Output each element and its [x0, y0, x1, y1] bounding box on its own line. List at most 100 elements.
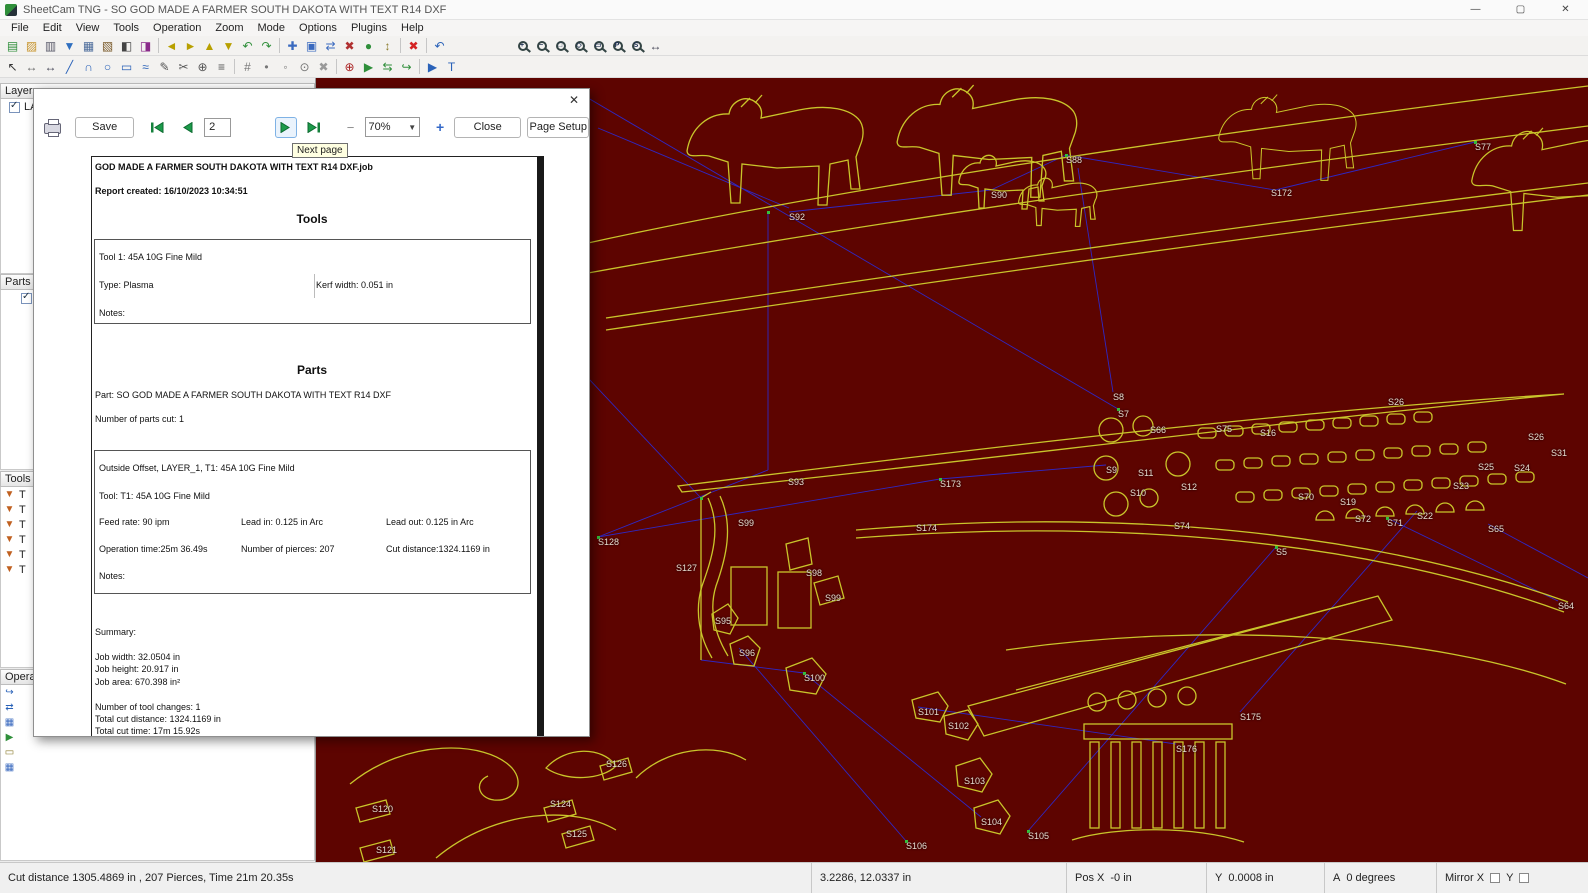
offset-icon[interactable]: ≡ — [212, 58, 231, 76]
menu-options[interactable]: Options — [292, 22, 344, 34]
part-checkbox[interactable] — [21, 293, 32, 304]
mirror-y-checkbox[interactable] — [1519, 873, 1529, 883]
minimize-button[interactable]: — — [1453, 0, 1498, 19]
draw-arc-icon[interactable]: ∩ — [79, 58, 98, 76]
draw-line-icon[interactable]: ╱ — [60, 58, 79, 76]
duplicate-part-icon[interactable]: ▣ — [302, 37, 321, 55]
measure-icon[interactable]: ↔ — [22, 58, 41, 76]
menu-operation[interactable]: Operation — [146, 22, 208, 34]
zoom-material-icon[interactable]: ▭ — [589, 37, 608, 55]
start-point-icon[interactable]: ● — [359, 37, 378, 55]
zoom-select[interactable]: 70% ▼ — [365, 117, 421, 137]
order-icon[interactable]: ↕ — [378, 37, 397, 55]
zoom-out-icon[interactable]: − — [532, 37, 551, 55]
zoom-window-icon[interactable]: □ — [551, 37, 570, 55]
print-icon[interactable]: ▥ — [41, 37, 60, 55]
import-icon[interactable]: ▼ — [60, 37, 79, 55]
snap-intersection-icon[interactable]: ✖ — [314, 58, 333, 76]
last-page-button[interactable] — [303, 117, 325, 138]
pan-icon[interactable]: ↔ — [41, 58, 60, 76]
pan-icon[interactable]: ↔ — [646, 37, 665, 55]
magnifier-icon: − — [537, 41, 547, 51]
join-icon[interactable]: ⊕ — [193, 58, 212, 76]
mirror-part-icon[interactable]: ⇄ — [321, 37, 340, 55]
job-report-icon[interactable]: ▦ — [79, 37, 98, 55]
report-job-height: Job height: 20.917 in — [95, 664, 179, 674]
menu-plugins[interactable]: Plugins — [344, 22, 394, 34]
mirror-x-checkbox[interactable] — [1490, 873, 1500, 883]
post-icon[interactable]: ◨ — [136, 37, 155, 55]
zoom-out-button[interactable]: − — [343, 120, 359, 135]
origin-icon[interactable]: ⊕ — [340, 58, 359, 76]
menu-file[interactable]: File — [4, 22, 36, 34]
save-button[interactable]: Save — [75, 117, 135, 138]
snap-center-icon[interactable]: ⊙ — [295, 58, 314, 76]
menu-edit[interactable]: Edit — [36, 22, 69, 34]
previous-page-button[interactable] — [176, 117, 198, 138]
operation-list-item[interactable]: ▭ — [1, 745, 314, 760]
page-number-input[interactable]: 2 — [204, 118, 231, 137]
path-label-s19: S19 — [1340, 497, 1356, 507]
path-label-s11: S11 — [1138, 468, 1153, 478]
abort-icon[interactable]: ✖ — [404, 37, 423, 55]
close-button[interactable]: ✕ — [1543, 0, 1588, 19]
dialog-close-icon[interactable]: ✕ — [569, 93, 579, 107]
zoom-part-icon[interactable]: P — [608, 37, 627, 55]
rotate-right-icon[interactable]: ↷ — [257, 37, 276, 55]
delete-part-icon[interactable]: ✖ — [340, 37, 359, 55]
next-page-button[interactable] — [275, 117, 297, 138]
maximize-button[interactable]: ▢ — [1498, 0, 1543, 19]
undo-icon[interactable]: ↶ — [430, 37, 449, 55]
zoom-in-button[interactable]: + — [432, 119, 448, 135]
part-list-icon[interactable]: ▧ — [98, 37, 117, 55]
draw-polyline-icon[interactable]: ≈ — [136, 58, 155, 76]
simulate-icon[interactable]: ▶ — [423, 58, 442, 76]
path-label-s7: S7 — [1118, 409, 1129, 419]
machine-icon[interactable]: ◧ — [117, 37, 136, 55]
operation-list-item[interactable]: ▦ — [1, 760, 314, 775]
chevron-down-icon: ▼ — [408, 123, 416, 132]
page-setup-button[interactable]: Page Setup — [527, 117, 589, 138]
zoom-select-value: 70% — [369, 121, 391, 133]
dialog-close-button[interactable]: Close — [454, 117, 521, 138]
layer-checkbox[interactable] — [9, 102, 20, 113]
report-tools-heading: Tools — [92, 212, 532, 226]
toolbar-separator — [336, 59, 337, 74]
menu-mode[interactable]: Mode — [250, 22, 292, 34]
trim-icon[interactable]: ✂ — [174, 58, 193, 76]
menu-view[interactable]: View — [69, 22, 107, 34]
text-tool-icon[interactable]: T — [442, 58, 461, 76]
set-start-icon[interactable]: ▶ — [359, 58, 378, 76]
menu-zoom[interactable]: Zoom — [208, 22, 250, 34]
align-right-icon[interactable]: ► — [181, 37, 200, 55]
menu-tools[interactable]: Tools — [106, 22, 146, 34]
reverse-icon[interactable]: ⇆ — [378, 58, 397, 76]
path-label-s128: S128 — [598, 537, 619, 547]
select-icon[interactable]: ↖ — [3, 58, 22, 76]
zoom-in-icon[interactable]: + — [513, 37, 532, 55]
snap-midpoint-icon[interactable]: ◦ — [276, 58, 295, 76]
first-page-button[interactable] — [146, 117, 168, 138]
report-job-title: GOD MADE A FARMER SOUTH DAKOTA WITH TEXT… — [95, 162, 373, 172]
new-job-icon[interactable]: ▤ — [3, 37, 22, 55]
path-label-s23: S23 — [1453, 481, 1469, 491]
align-bottom-icon[interactable]: ▼ — [219, 37, 238, 55]
snap-endpoint-icon[interactable]: • — [257, 58, 276, 76]
menu-help[interactable]: Help — [394, 22, 431, 34]
snap-grid-icon[interactable]: # — [238, 58, 257, 76]
path-label-s65: S65 — [1488, 524, 1504, 534]
report-cut-distance: Cut distance:1324.1169 in — [386, 544, 490, 554]
zoom-selection-icon[interactable]: S — [627, 37, 646, 55]
edit-nodes-icon[interactable]: ✎ — [155, 58, 174, 76]
align-left-icon[interactable]: ◄ — [162, 37, 181, 55]
lead-inout-icon[interactable]: ↪ — [397, 58, 416, 76]
zoom-extents-icon[interactable]: ◇ — [570, 37, 589, 55]
align-top-icon[interactable]: ▲ — [200, 37, 219, 55]
path-label-s127: S127 — [676, 563, 697, 573]
open-drawing-icon[interactable]: ▨ — [22, 37, 41, 55]
move-part-icon[interactable]: ✚ — [283, 37, 302, 55]
rotate-left-icon[interactable]: ↶ — [238, 37, 257, 55]
print-icon[interactable] — [44, 123, 61, 134]
draw-rect-icon[interactable]: ▭ — [117, 58, 136, 76]
draw-circle-icon[interactable]: ○ — [98, 58, 117, 76]
